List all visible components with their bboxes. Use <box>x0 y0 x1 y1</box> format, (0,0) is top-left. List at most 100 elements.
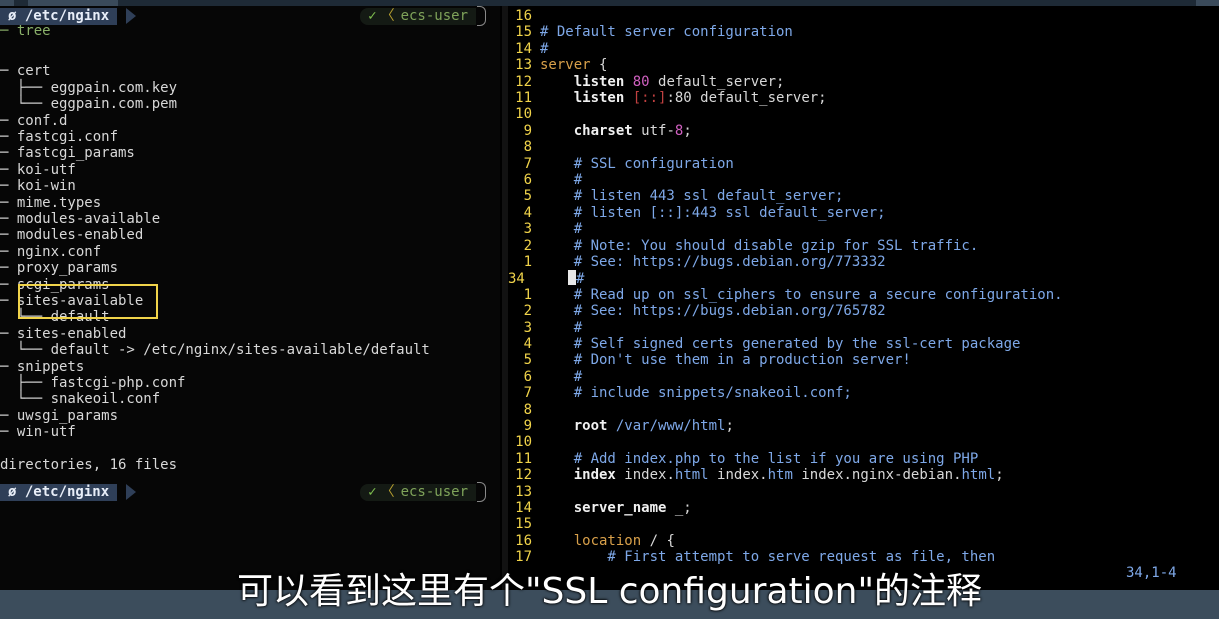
tree-command: ─ tree <box>0 23 51 39</box>
editor-line: 12 listen 80 default_server; <box>508 74 1219 90</box>
line-text: location / { <box>573 532 675 549</box>
left-terminal-pane[interactable]: ø /etc/nginx ✓ 〈 ecs-user ─ tree ─ cert ├─… <box>0 6 500 590</box>
editor-line: 16 location / { <box>508 533 1219 549</box>
prompt-path: ø /etc/nginx <box>0 484 118 501</box>
text-cursor <box>568 270 576 286</box>
shell-prompt-top: ø /etc/nginx ✓ 〈 ecs-user <box>0 6 500 26</box>
line-number: 17 <box>515 549 532 566</box>
tree-line: ├── fastcgi-php.conf <box>0 375 186 391</box>
tree-line: ─ nginx.conf <box>0 243 102 260</box>
line-number: 14 <box>515 500 532 516</box>
editor-line: 6 # <box>508 369 1219 385</box>
line-number: 12 <box>515 467 532 484</box>
editor-line: 14 server_name _; <box>508 500 1219 516</box>
editor-line: 12 index index.html index.htm index.ngin… <box>508 467 1219 483</box>
line-text: # include snippets/snakeoil.conf; <box>540 385 852 402</box>
tree-line: └── eggpain.com.pem <box>0 96 178 113</box>
prompt-arrow-icon <box>126 8 136 24</box>
line-text: # <box>540 221 583 238</box>
line-number: 3 <box>523 221 532 238</box>
vim-editor-pane[interactable]: 16 15 # Default server configuration 14 #13 s… <box>508 6 1219 590</box>
tree-line: ─ modules-available <box>0 211 161 227</box>
line-number: 11 <box>515 450 532 467</box>
line-text: root /var/www/html; <box>573 418 734 434</box>
editor-line: 16 <box>508 8 1219 24</box>
editor-line: 4 # listen [::]:443 ssl default_server; <box>508 205 1219 221</box>
line-text: # listen [::]:443 ssl default_server; <box>540 204 886 221</box>
line-text: # <box>540 40 549 57</box>
line-text: # listen 443 ssl default_server; <box>540 188 844 205</box>
editor-line: 5 # listen 443 ssl default_server; <box>508 188 1219 204</box>
prompt-user: ecs-user <box>400 484 468 500</box>
editor-line: 8 <box>508 139 1219 155</box>
line-text: # See: https://bugs.debian.org/773332 <box>540 254 886 270</box>
line-text: listen 80 default_server; <box>573 73 785 90</box>
editor-line: 4 # Self signed certs generated by the s… <box>508 336 1219 352</box>
tree-line: ─ sites-enabled <box>0 325 127 342</box>
line-number: 2 <box>523 303 532 320</box>
video-subtitle: 可以看到这里有个"SSL configuration"的注释 <box>236 571 983 612</box>
editor-line: 34 # <box>508 270 1219 288</box>
editor-line: 2 # See: https://bugs.debian.org/765782 <box>508 303 1219 319</box>
editor-line: 3 # <box>508 320 1219 336</box>
editor-line: 7 # SSL configuration <box>508 156 1219 172</box>
line-number: 10 <box>515 106 532 123</box>
line-number: 6 <box>523 172 532 188</box>
editor-line: 10 <box>508 106 1219 122</box>
line-number: 2 <box>523 237 532 254</box>
tree-line: └── default -> /etc/nginx/sites-availabl… <box>0 342 430 359</box>
line-number: 13 <box>515 57 532 74</box>
editor-line: 9 root /var/www/html; <box>508 418 1219 434</box>
line-number: 8 <box>523 139 532 156</box>
editor-line: 10 <box>508 434 1219 450</box>
line-text: charset utf-8; <box>573 122 692 139</box>
prompt-end-cap <box>477 6 486 26</box>
line-text: server { <box>540 57 608 74</box>
line-text: # First attempt to serve request as file… <box>540 549 996 566</box>
line-text: # Read up on ssl_ciphers to ensure a sec… <box>540 286 1063 303</box>
tree-line: ─ uwsgi_params <box>0 407 119 424</box>
tree-line: ─ fastcgi_params <box>0 145 135 162</box>
check-icon: ✓ <box>368 8 377 24</box>
line-number: 1 <box>523 254 532 270</box>
line-text: index index.html index.htm index.nginx-d… <box>573 467 1004 484</box>
editor-line: 6 # <box>508 172 1219 188</box>
angle-left-icon: 〈 <box>380 8 395 24</box>
editor-line: 17 # First attempt to serve request as f… <box>508 549 1219 565</box>
editor-line: 2 # Note: You should disable gzip for SS… <box>508 238 1219 254</box>
line-number: 16 <box>515 8 532 24</box>
check-icon: ✓ <box>368 484 377 500</box>
tree-line: ─ koi-win <box>0 178 76 195</box>
editor-line: 11 # Add index.php to the list if you ar… <box>508 451 1219 467</box>
line-text: # SSL configuration <box>540 155 734 172</box>
line-number: 9 <box>523 122 532 139</box>
line-number: 34 <box>508 271 525 288</box>
line-number: 7 <box>523 385 532 402</box>
tree-line: ─ modules-enabled <box>0 227 144 244</box>
line-number: 16 <box>515 532 532 549</box>
editor-line: 11 listen [::]:80 default_server; <box>508 90 1219 106</box>
line-text: # <box>576 271 585 288</box>
line-number: 4 <box>523 204 532 221</box>
line-number: 15 <box>515 24 532 41</box>
line-number: 9 <box>523 418 532 434</box>
angle-left-icon: 〈 <box>380 484 395 500</box>
editor-line: 14 # <box>508 41 1219 57</box>
prompt-end-cap <box>477 482 486 502</box>
tree-line: ├── eggpain.com.key <box>0 79 178 96</box>
line-number: 4 <box>523 336 532 352</box>
line-text: # Self signed certs generated by the ssl… <box>540 336 1021 352</box>
editor-line: 15 # Default server configuration <box>508 24 1219 40</box>
line-number: 14 <box>515 40 532 57</box>
editor-line: 3 # <box>508 221 1219 237</box>
tree-line: └── snakeoil.conf <box>0 391 161 408</box>
prompt-user: ecs-user <box>400 8 468 24</box>
line-text: # Don't use them in a production server! <box>540 352 911 369</box>
tree-line: ─ win-utf <box>0 424 76 441</box>
line-text: # <box>540 368 583 385</box>
tree-line: ─ fastcgi.conf <box>0 129 119 145</box>
line-text: # See: https://bugs.debian.org/765782 <box>540 303 886 320</box>
line-text: # Note: You should disable gzip for SSL … <box>540 237 979 254</box>
tree-line: ─ conf.d <box>0 112 68 129</box>
tree-line: ─ mime.types <box>0 194 102 211</box>
